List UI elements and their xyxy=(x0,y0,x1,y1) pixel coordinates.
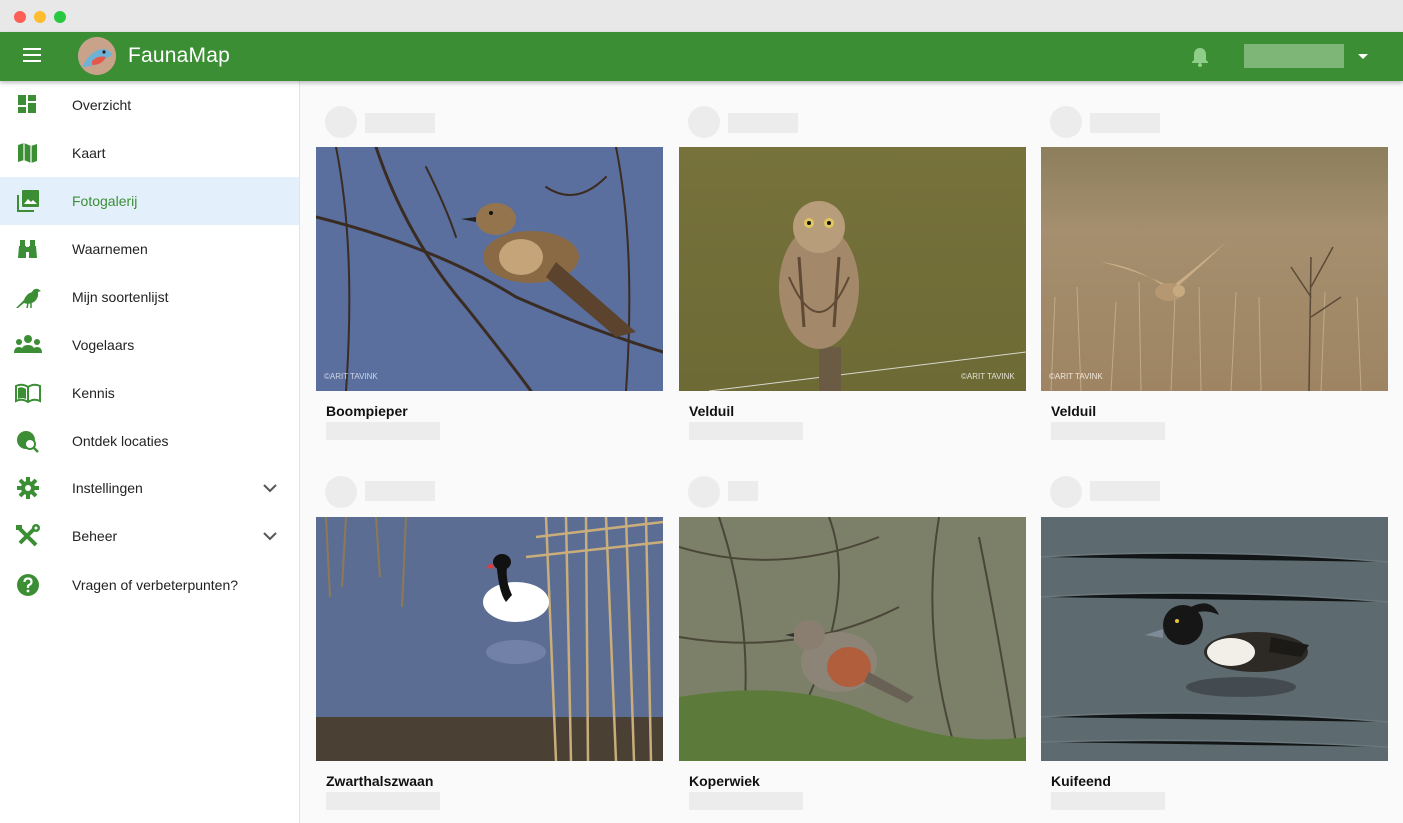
sidebar-item-label: Ontdek locaties xyxy=(72,433,169,449)
sidebar-item-ontdek-locaties[interactable]: Ontdek locaties xyxy=(0,417,299,465)
user-avatar-placeholder xyxy=(688,476,720,508)
sidebar: Overzicht Kaart Fotogalerij Waarnemen Mi… xyxy=(0,81,300,823)
photo-thumbnail[interactable]: ©ARIT TAVINK xyxy=(316,147,663,391)
sidebar-item-overzicht[interactable]: Overzicht xyxy=(0,81,299,129)
photo-species-name[interactable]: Velduil xyxy=(689,403,734,419)
photo-card: ©ARIT TAVINK Velduil xyxy=(1041,81,1388,451)
photo-meta-placeholder xyxy=(689,422,803,440)
bird-icon xyxy=(16,288,41,309)
sidebar-item-label: Beheer xyxy=(72,528,118,544)
caret-down-icon[interactable] xyxy=(1358,54,1368,59)
chevron-down-icon[interactable] xyxy=(262,481,278,495)
user-name-placeholder xyxy=(728,481,758,501)
sidebar-item-mijn-soortenlijst[interactable]: Mijn soortenlijst xyxy=(0,273,299,321)
app-logo xyxy=(78,37,116,75)
photo-species-name[interactable]: Zwarthalszwaan xyxy=(326,773,433,789)
user-name-placeholder[interactable] xyxy=(1244,44,1344,68)
photo-gallery: ©ARIT TAVINK Boompieper ©ARIT TAVINK Vel… xyxy=(301,81,1403,823)
photo-thumbnail[interactable]: ©ARIT TAVINK xyxy=(679,147,1026,391)
photo-thumbnail[interactable] xyxy=(679,517,1026,761)
user-avatar-placeholder xyxy=(325,476,357,508)
photo-species-name[interactable]: Velduil xyxy=(1051,403,1096,419)
hamburger-menu-icon[interactable] xyxy=(22,47,44,65)
explore-location-icon xyxy=(17,431,39,453)
sidebar-item-fotogalerij[interactable]: Fotogalerij xyxy=(0,177,299,225)
photo-card: ©ARIT TAVINK Boompieper xyxy=(316,81,663,451)
photo-card: ©ARIT TAVINK Velduil xyxy=(679,81,1026,451)
bell-icon[interactable] xyxy=(1190,46,1210,68)
sidebar-item-label: Overzicht xyxy=(72,97,132,113)
photo-meta-placeholder xyxy=(1051,792,1165,810)
user-name-placeholder xyxy=(365,481,435,501)
window-titlebar xyxy=(0,0,1403,32)
sidebar-item-label: Fotogalerij xyxy=(72,193,138,209)
photo-watermark: ©ARIT TAVINK xyxy=(961,372,1015,381)
app-title: FaunaMap xyxy=(128,44,230,67)
sidebar-item-instellingen[interactable]: Instellingen xyxy=(0,464,299,512)
photo-meta-placeholder xyxy=(326,792,440,810)
user-avatar-placeholder xyxy=(325,106,357,138)
close-window-button[interactable] xyxy=(14,11,26,23)
sidebar-item-label: Mijn soortenlijst xyxy=(72,289,169,305)
sidebar-item-vragen[interactable]: Vragen of verbeterpunten? xyxy=(0,561,299,609)
user-name-placeholder xyxy=(1090,113,1160,133)
photo-thumbnail[interactable]: ©ARIT TAVINK xyxy=(1041,147,1388,391)
photo-thumbnail[interactable] xyxy=(1041,517,1388,761)
sidebar-item-label: Vogelaars xyxy=(72,337,135,353)
photo-card: Zwarthalszwaan xyxy=(316,451,663,823)
photo-watermark: ©ARIT TAVINK xyxy=(324,372,378,381)
gear-icon xyxy=(17,477,39,499)
photo-meta-placeholder xyxy=(689,792,803,810)
sidebar-item-label: Waarnemen xyxy=(72,241,148,257)
sidebar-item-kennis[interactable]: Kennis xyxy=(0,369,299,417)
sidebar-item-label: Kaart xyxy=(72,145,106,161)
sidebar-item-vogelaars[interactable]: Vogelaars xyxy=(0,321,299,369)
map-icon xyxy=(18,143,37,163)
user-avatar-placeholder xyxy=(1050,106,1082,138)
photo-meta-placeholder xyxy=(326,422,440,440)
photo-card: Kuifeend xyxy=(1041,451,1388,823)
sidebar-item-beheer[interactable]: Beheer xyxy=(0,512,299,560)
photo-card: Koperwiek xyxy=(679,451,1026,823)
tools-icon xyxy=(16,524,40,547)
user-avatar-placeholder xyxy=(688,106,720,138)
sidebar-item-label: Kennis xyxy=(72,385,115,401)
photo-library-icon xyxy=(17,190,39,212)
user-avatar-placeholder xyxy=(1050,476,1082,508)
chevron-down-icon[interactable] xyxy=(262,529,278,543)
user-name-placeholder xyxy=(728,113,798,133)
photo-species-name[interactable]: Kuifeend xyxy=(1051,773,1111,789)
photo-thumbnail[interactable] xyxy=(316,517,663,761)
photo-meta-placeholder xyxy=(1051,422,1165,440)
minimize-window-button[interactable] xyxy=(34,11,46,23)
photo-watermark: ©ARIT TAVINK xyxy=(1049,372,1103,381)
book-icon xyxy=(15,383,41,404)
sidebar-item-label: Vragen of verbeterpunten? xyxy=(72,577,239,593)
app-header: FaunaMap xyxy=(0,32,1403,81)
help-icon xyxy=(17,574,39,596)
binoculars-icon xyxy=(18,240,37,258)
zoom-window-button[interactable] xyxy=(54,11,66,23)
photo-species-name[interactable]: Boompieper xyxy=(326,403,408,419)
user-name-placeholder xyxy=(1090,481,1160,501)
sidebar-item-label: Instellingen xyxy=(72,480,143,496)
user-name-placeholder xyxy=(365,113,435,133)
app-window: FaunaMap Overzicht Kaart Fotogalerij Waa… xyxy=(0,0,1403,823)
sidebar-item-kaart[interactable]: Kaart xyxy=(0,129,299,177)
dashboard-icon xyxy=(18,95,36,113)
sidebar-item-waarnemen[interactable]: Waarnemen xyxy=(0,225,299,273)
photo-species-name[interactable]: Koperwiek xyxy=(689,773,760,789)
people-icon xyxy=(14,335,42,353)
